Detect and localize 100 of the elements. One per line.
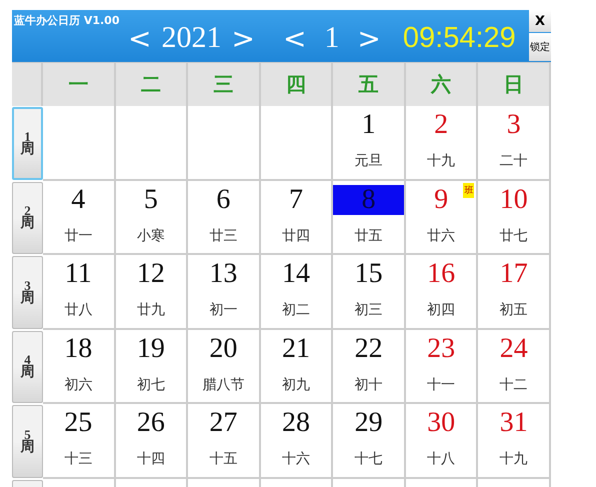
day-cell[interactable]: 22 初十 [333, 330, 406, 404]
lunar-date: 廿七 [500, 226, 528, 244]
day-cell[interactable]: 26 十四 [116, 404, 188, 478]
lunar-date: 十六 [282, 450, 310, 468]
month-label: 1 [324, 21, 340, 55]
close-button[interactable]: X [529, 10, 551, 32]
day-number: 4 [70, 184, 86, 214]
day-number: 20 [208, 334, 238, 364]
day-number: 30 [426, 408, 456, 438]
day-cell[interactable]: 19 初七 [116, 330, 188, 404]
lunar-date: 初十 [354, 376, 383, 394]
lunar-date: 十五 [209, 450, 238, 468]
day-cell[interactable]: 30 十八 [406, 404, 478, 478]
day-cell[interactable]: 7 廿四 [260, 180, 334, 255]
day-cell[interactable]: 28 十六 [260, 404, 334, 478]
day-cell[interactable]: 5 小寒 [116, 180, 188, 255]
day-cell[interactable]: 10 廿七 [478, 180, 551, 255]
lunar-date: 廿八 [64, 301, 92, 319]
lunar-date: 十七 [354, 450, 383, 468]
lunar-date: 十三 [64, 450, 92, 468]
day-cell[interactable]: 2 十九 [406, 106, 478, 180]
day-number: 11 [64, 259, 93, 289]
lunar-date: 初六 [64, 376, 92, 394]
day-cell[interactable]: 16 初四 [406, 255, 478, 330]
day-number: 26 [136, 408, 166, 438]
lunar-date: 廿九 [136, 301, 165, 319]
lunar-date: 十四 [136, 450, 165, 468]
day-number: 29 [354, 408, 384, 438]
day-number: 31 [498, 408, 529, 438]
day-cell[interactable]: 13 初一 [188, 255, 261, 330]
lunar-date: 十一 [427, 376, 456, 394]
lunar-date: 十九 [500, 450, 528, 468]
day-number: 25 [63, 408, 94, 438]
day-number: 10 [498, 184, 529, 214]
day-cell[interactable]: 15 初三 [333, 255, 406, 330]
day-cell[interactable]: 8 廿五 [333, 180, 406, 255]
day-number: 23 [426, 334, 456, 364]
day-number: 12 [136, 259, 166, 289]
day-number: 17 [498, 259, 529, 289]
lunar-date: 初五 [500, 301, 528, 319]
day-cell[interactable]: 3 二十 [478, 106, 551, 180]
day-cell[interactable]: 14 初二 [260, 255, 334, 330]
lock-button[interactable]: 锁定 [529, 33, 551, 61]
lunar-date: 十九 [427, 152, 456, 170]
day-cell[interactable]: 24 十二 [478, 330, 551, 404]
lunar-date: 初九 [282, 376, 310, 394]
week-button[interactable]: 1 周 [12, 107, 43, 180]
weekday-header: 五 [333, 63, 406, 106]
day-cell[interactable]: 12 廿九 [116, 255, 188, 330]
day-cell[interactable]: 27 十五 [188, 404, 261, 478]
lunar-date: 初四 [427, 301, 456, 319]
day-number: 1 [360, 110, 377, 140]
day-cell[interactable]: 29 十七 [333, 404, 406, 478]
day-number: 16 [426, 259, 456, 289]
day-cell[interactable]: 31 十九 [478, 404, 551, 478]
day-number: 8 [333, 184, 404, 214]
window-title: 蓝牛办公日历 V1.00 [14, 13, 120, 28]
clock-time: 09:54:29 [402, 22, 516, 54]
lunar-date: 十二 [500, 376, 528, 394]
day-cell[interactable]: 25 十三 [43, 404, 116, 478]
day-number: 18 [63, 334, 94, 364]
lunar-date: 元旦 [354, 152, 383, 170]
lunar-date: 廿四 [282, 226, 310, 244]
lunar-date: 廿一 [64, 226, 92, 244]
day-number: 27 [208, 408, 238, 438]
day-number: 21 [280, 334, 311, 364]
lunar-date: 初七 [136, 376, 165, 394]
week-button[interactable]: 4 周 [12, 330, 43, 403]
day-cell[interactable]: 23 十一 [406, 330, 478, 404]
workday-badge: 班 [463, 182, 474, 198]
day-cell[interactable]: 1 元旦 [333, 106, 406, 180]
day-number: 28 [280, 408, 311, 438]
lunar-date: 小寒 [136, 226, 165, 244]
day-number: 14 [280, 259, 311, 289]
day-number: 9 [433, 184, 450, 214]
weekday-header: 四 [260, 63, 334, 106]
day-cell[interactable]: 21 初九 [260, 330, 334, 404]
week-button[interactable]: 3 周 [12, 256, 43, 328]
lunar-date: 初二 [282, 301, 310, 319]
year-label: 2021 [161, 21, 222, 55]
lunar-date: 廿六 [427, 226, 456, 244]
weekday-header: 六 [406, 63, 478, 106]
lunar-date: 二十 [500, 152, 528, 170]
day-number: 15 [354, 259, 384, 289]
lunar-date: 初三 [354, 301, 383, 319]
day-cell[interactable]: 9 廿六 班 [406, 180, 478, 255]
day-cell[interactable]: 18 初六 [43, 330, 116, 404]
day-number: 6 [215, 184, 232, 214]
lunar-date: 腊八节 [202, 376, 244, 394]
day-cell[interactable]: 6 廿三 [188, 180, 261, 255]
lunar-date: 十八 [427, 450, 456, 468]
lunar-date: 廿五 [354, 226, 383, 244]
day-cell[interactable]: 11 廿八 [43, 255, 116, 330]
day-cell[interactable]: 20 腊八节 [188, 330, 261, 404]
day-cell[interactable]: 17 初五 [478, 255, 551, 330]
week-button[interactable]: 5 周 [12, 405, 43, 478]
day-cell[interactable]: 4 廿一 [43, 180, 116, 255]
day-number: 3 [506, 110, 522, 140]
week-button[interactable]: 2 周 [12, 182, 43, 254]
day-number: 24 [498, 334, 529, 364]
